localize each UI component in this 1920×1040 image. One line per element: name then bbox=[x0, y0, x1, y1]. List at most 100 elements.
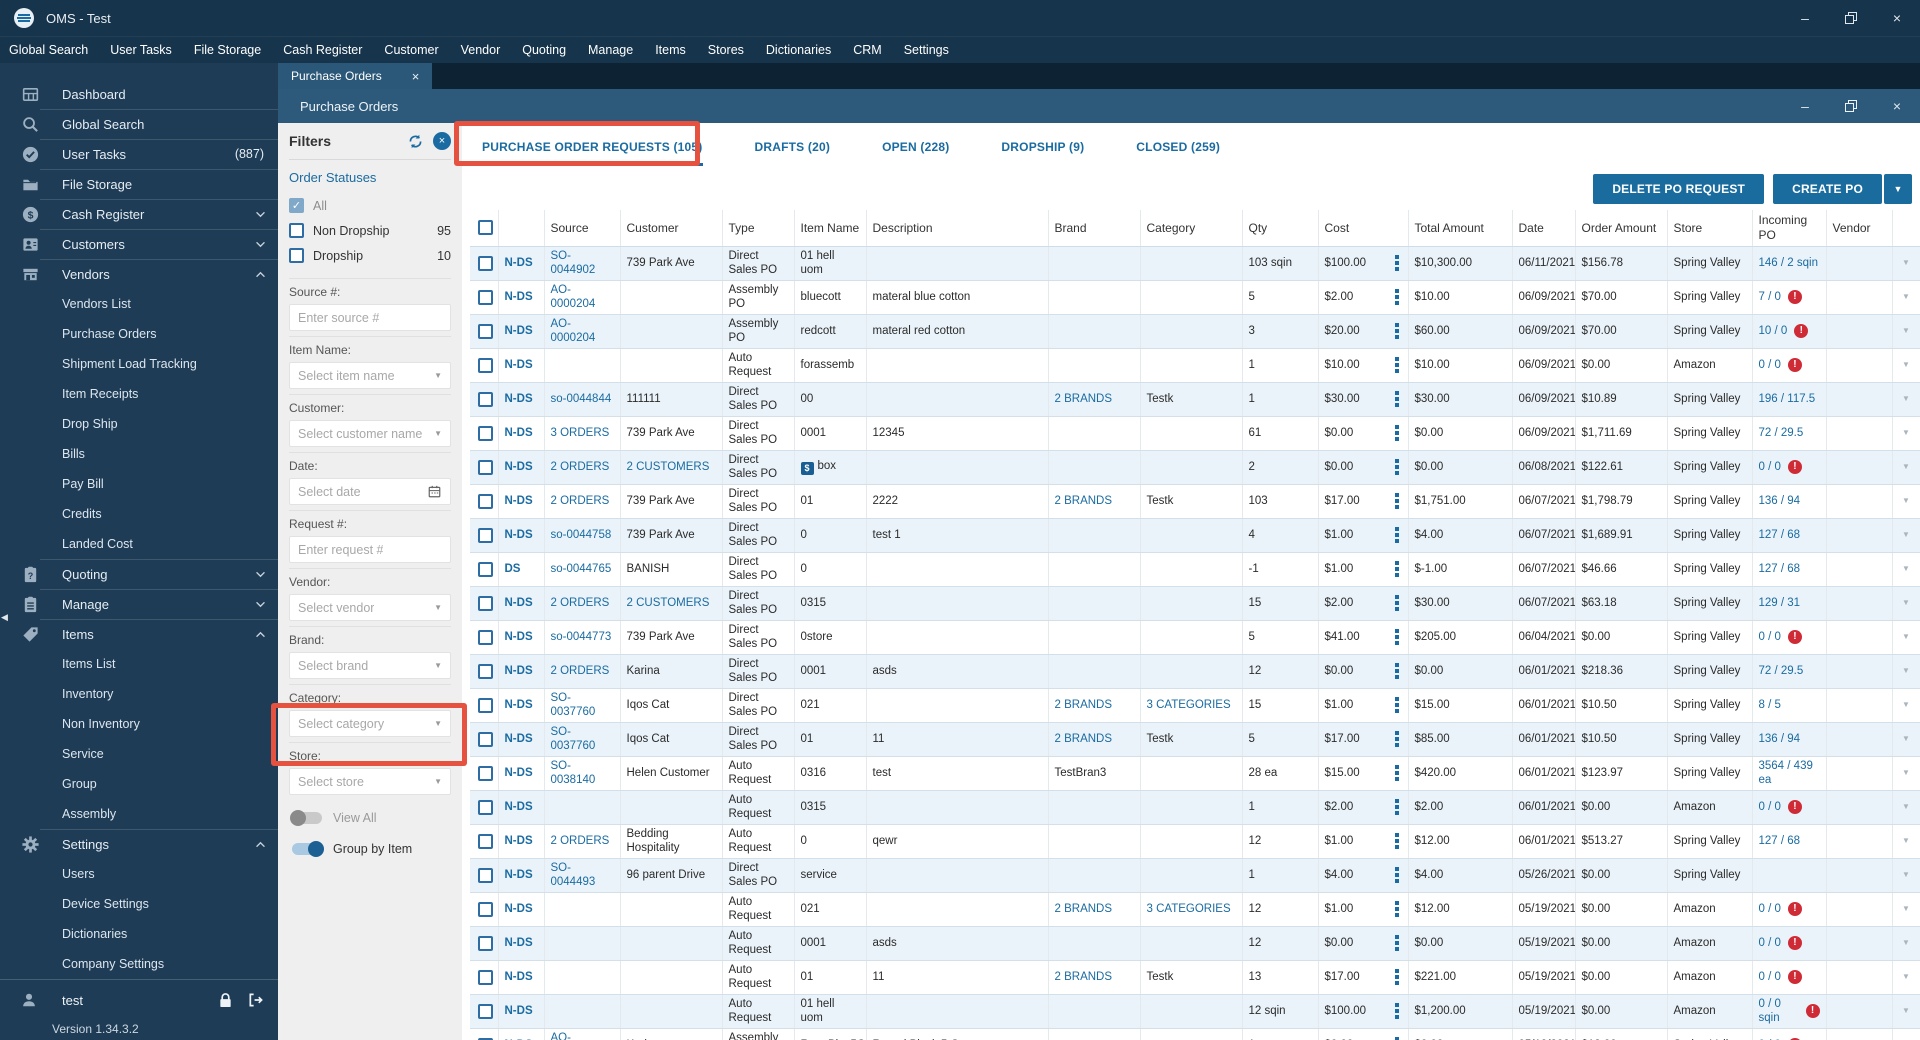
cell-category[interactable]: 3 CATEGORIES bbox=[1140, 688, 1243, 723]
toggle-view-all[interactable] bbox=[290, 810, 322, 826]
cell-select[interactable] bbox=[470, 756, 499, 791]
cell-select[interactable] bbox=[470, 620, 499, 655]
source-link[interactable]: so-0044844 bbox=[551, 393, 612, 405]
row-checkbox[interactable] bbox=[478, 289, 493, 305]
incoming-po-link[interactable]: 10 / 0 bbox=[1759, 324, 1788, 338]
row-menu-icon[interactable] bbox=[1394, 1009, 1399, 1013]
menu-cash-register[interactable]: Cash Register bbox=[274, 37, 371, 64]
incoming-po-link[interactable]: 0 / 0 bbox=[1759, 460, 1781, 474]
source-link[interactable]: AO-0000204 bbox=[551, 284, 596, 310]
cell-select[interactable] bbox=[470, 926, 499, 961]
cell-category[interactable]: 3 CATEGORIES bbox=[1140, 892, 1243, 927]
incoming-po-link[interactable]: 0 / 0 sqin bbox=[1759, 997, 1799, 1026]
brand-value[interactable]: 2 BRANDS bbox=[1055, 733, 1113, 745]
tab-purchase-order-requests-105[interactable]: PURCHASE ORDER REQUESTS (105) bbox=[482, 126, 703, 166]
cell-source[interactable]: SO-0038140 bbox=[544, 756, 621, 791]
row-checkbox[interactable] bbox=[478, 799, 493, 815]
cell-source[interactable]: so-0044844 bbox=[544, 382, 621, 417]
cell-incoming-po[interactable]: 129 / 31 bbox=[1752, 586, 1827, 621]
cell-incoming-po[interactable]: 72 / 29.5 bbox=[1752, 416, 1827, 451]
chevron-down-icon[interactable]: ▼ bbox=[1899, 292, 1914, 302]
cell-source[interactable]: 2 ORDERS bbox=[544, 484, 621, 519]
chevron-down-icon[interactable]: ▼ bbox=[1899, 938, 1914, 948]
row-menu-icon[interactable] bbox=[1394, 363, 1399, 367]
tab-drafts-20[interactable]: DRAFTS (20) bbox=[755, 126, 831, 166]
source-link[interactable]: 2 ORDERS bbox=[551, 665, 610, 677]
row-menu-icon[interactable] bbox=[1394, 295, 1399, 299]
row-checkbox[interactable] bbox=[478, 357, 493, 373]
cell-expand[interactable]: ▼ bbox=[1892, 654, 1920, 689]
filter-brand-select[interactable]: Select brand ▼ bbox=[289, 652, 451, 679]
source-link[interactable]: AO-0000204 bbox=[551, 318, 596, 344]
sidebar-item-group[interactable]: Group bbox=[0, 769, 278, 799]
cell-incoming-po[interactable]: 127 / 68 bbox=[1752, 824, 1827, 859]
chevron-down-icon[interactable]: ▼ bbox=[1899, 326, 1914, 336]
row-checkbox[interactable] bbox=[478, 595, 493, 611]
cell-brand[interactable]: 2 BRANDS bbox=[1048, 484, 1141, 519]
cell-expand[interactable]: ▼ bbox=[1892, 348, 1920, 383]
source-link[interactable]: SO-0037760 bbox=[551, 726, 596, 752]
sidebar-item-users[interactable]: Users bbox=[0, 859, 278, 889]
brand-value[interactable]: 2 BRANDS bbox=[1055, 903, 1113, 915]
brand-value[interactable]: 2 BRANDS bbox=[1055, 495, 1113, 507]
incoming-po-link[interactable]: 3564 / 439 ea bbox=[1759, 759, 1820, 788]
cell-expand[interactable]: ▼ bbox=[1892, 960, 1920, 995]
cell-incoming-po[interactable]: 0 / 0! bbox=[1752, 620, 1827, 655]
incoming-po-link[interactable]: 136 / 94 bbox=[1759, 732, 1801, 746]
chevron-down-icon[interactable]: ▼ bbox=[1899, 530, 1914, 540]
incoming-po-link[interactable]: 146 / 2 sqin bbox=[1759, 256, 1818, 270]
row-checkbox[interactable] bbox=[478, 901, 493, 917]
cell-expand[interactable]: ▼ bbox=[1892, 756, 1920, 791]
filter-store-select[interactable]: Select store ▼ bbox=[289, 768, 451, 795]
create-po-button[interactable]: CREATE PO bbox=[1773, 174, 1882, 204]
cell-source[interactable]: 2 ORDERS bbox=[544, 824, 621, 859]
cell-expand[interactable]: ▼ bbox=[1892, 926, 1920, 961]
sidebar-item-assembly[interactable]: Assembly bbox=[0, 799, 278, 829]
menu-file-storage[interactable]: File Storage bbox=[185, 37, 270, 64]
row-menu-icon[interactable] bbox=[1394, 397, 1399, 401]
customer-value[interactable]: 2 CUSTOMERS bbox=[627, 597, 710, 609]
cell-incoming-po[interactable]: 0 / 0! bbox=[1752, 926, 1827, 961]
cell-expand[interactable]: ▼ bbox=[1892, 620, 1920, 655]
cell-expand[interactable]: ▼ bbox=[1892, 518, 1920, 553]
incoming-po-link[interactable]: 136 / 94 bbox=[1759, 494, 1801, 508]
chevron-down-icon[interactable]: ▼ bbox=[1899, 360, 1914, 370]
cell-incoming-po[interactable]: 0 / 0! bbox=[1752, 892, 1827, 927]
menu-crm[interactable]: CRM bbox=[844, 37, 890, 64]
row-checkbox[interactable] bbox=[478, 255, 493, 271]
incoming-po-link[interactable]: 72 / 29.5 bbox=[1759, 664, 1804, 678]
chevron-down-icon[interactable]: ▼ bbox=[1899, 972, 1914, 982]
chevron-down-icon[interactable]: ▼ bbox=[1899, 802, 1914, 812]
cell-customer[interactable]: 2 CUSTOMERS bbox=[620, 586, 723, 621]
cell-source[interactable]: SO-0044902 bbox=[544, 246, 621, 281]
cell-select[interactable] bbox=[470, 824, 499, 859]
filter-item-name-select[interactable]: Select item name ▼ bbox=[289, 362, 451, 389]
current-user-row[interactable]: test bbox=[0, 984, 278, 1016]
cell-select[interactable] bbox=[470, 1028, 499, 1040]
status-filter-all[interactable]: ✓ All bbox=[289, 193, 451, 218]
row-menu-icon[interactable] bbox=[1394, 567, 1399, 571]
inner-restore-icon[interactable] bbox=[1828, 89, 1874, 123]
cell-select[interactable] bbox=[470, 722, 499, 757]
source-link[interactable]: AO-0000192 bbox=[551, 1032, 596, 1040]
cell-select[interactable] bbox=[470, 790, 499, 825]
row-checkbox[interactable] bbox=[478, 663, 493, 679]
logout-icon[interactable] bbox=[247, 992, 264, 1008]
cell-source[interactable]: so-0044765 bbox=[544, 552, 621, 587]
incoming-po-link[interactable]: 0 / 0 bbox=[1759, 970, 1781, 984]
row-menu-icon[interactable] bbox=[1394, 737, 1399, 741]
chevron-down-icon[interactable]: ▼ bbox=[1899, 564, 1914, 574]
menu-items[interactable]: Items bbox=[646, 37, 695, 64]
cell-incoming-po[interactable]: 0 / 0! bbox=[1752, 790, 1827, 825]
incoming-po-link[interactable]: 127 / 68 bbox=[1759, 562, 1801, 576]
cell-incoming-po[interactable]: 127 / 68 bbox=[1752, 552, 1827, 587]
row-checkbox[interactable] bbox=[478, 629, 493, 645]
row-menu-icon[interactable] bbox=[1394, 941, 1399, 945]
source-link[interactable]: SO-0044902 bbox=[551, 250, 596, 276]
cell-brand[interactable]: 2 BRANDS bbox=[1048, 382, 1141, 417]
tab-dropship-9[interactable]: DROPSHIP (9) bbox=[1001, 126, 1084, 166]
menu-global-search[interactable]: Global Search bbox=[0, 37, 97, 64]
cell-incoming-po[interactable]: 8 / 5 bbox=[1752, 688, 1827, 723]
toggle-group-by-item[interactable] bbox=[292, 841, 324, 857]
sidebar-item-customers[interactable]: Customers bbox=[0, 229, 278, 259]
